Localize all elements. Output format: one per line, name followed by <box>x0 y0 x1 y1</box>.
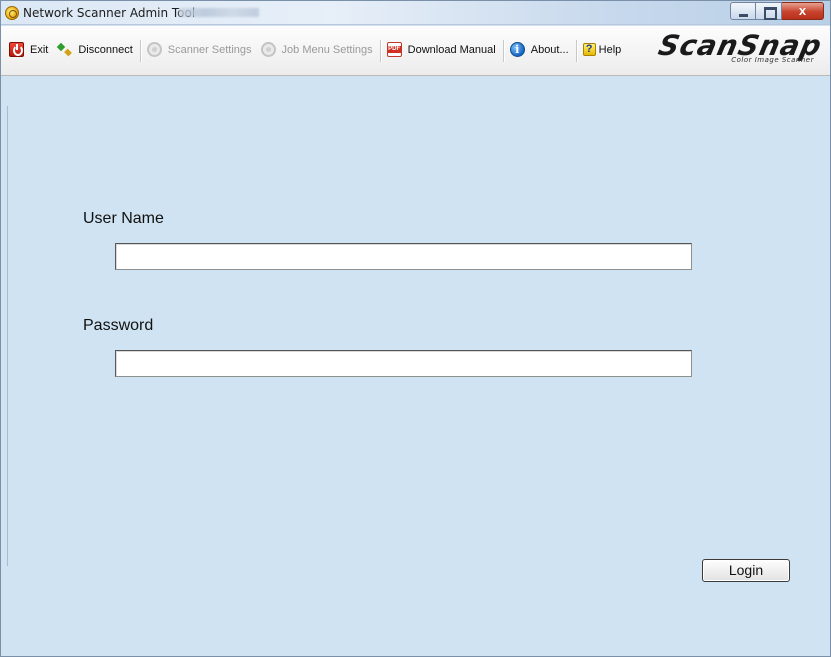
toolbar-separator <box>575 39 577 62</box>
disconnect-label: Disconnect <box>78 43 133 56</box>
scansnap-logo: ScanSnap Color Image Scanner <box>656 29 826 69</box>
toolbar-separator <box>379 39 381 62</box>
window-controls: x <box>730 2 824 20</box>
job-menu-settings-button[interactable]: Job Menu Settings <box>259 36 380 64</box>
app-window: Network Scanner Admin Tool x Exit Discon… <box>0 0 831 657</box>
app-logo-icon <box>5 6 19 20</box>
close-button[interactable]: x <box>782 2 824 20</box>
job-menu-settings-label: Job Menu Settings <box>281 43 373 56</box>
download-manual-button[interactable]: Download Manual <box>385 36 503 64</box>
scanner-settings-button[interactable]: Scanner Settings <box>145 36 259 64</box>
toolbar-separator <box>139 39 141 62</box>
exit-icon <box>9 42 24 57</box>
about-button[interactable]: About... <box>508 36 576 64</box>
scanner-settings-label: Scanner Settings <box>167 43 252 56</box>
download-manual-label: Download Manual <box>407 43 496 56</box>
exit-label: Exit <box>30 43 49 56</box>
title-bar[interactable]: Network Scanner Admin Tool x <box>1 1 830 25</box>
redacted-address <box>179 8 259 17</box>
toolbar-separator <box>502 39 504 62</box>
toolbar: Exit Disconnect Scanner Settings Job Men… <box>1 26 830 76</box>
about-label: About... <box>530 43 569 56</box>
close-icon: x <box>798 3 807 18</box>
info-icon <box>509 42 525 57</box>
login-button[interactable]: Login <box>702 559 790 582</box>
left-border-line <box>7 106 8 566</box>
login-panel: User Name Password Login <box>1 77 830 656</box>
disconnect-button[interactable]: Disconnect <box>55 36 139 64</box>
brand-tagline: Color Image Scanner <box>731 56 814 64</box>
help-label: Help <box>598 43 622 56</box>
username-label: User Name <box>83 210 164 227</box>
password-field[interactable] <box>115 350 692 377</box>
exit-button[interactable]: Exit <box>7 36 55 64</box>
window-title: Network Scanner Admin Tool <box>23 6 196 20</box>
gear-icon <box>260 42 276 57</box>
gear-icon <box>146 42 162 57</box>
disconnect-icon <box>57 42 72 57</box>
username-field[interactable] <box>115 243 692 270</box>
pdf-icon <box>386 42 402 57</box>
maximize-button[interactable] <box>756 2 782 20</box>
minimize-button[interactable] <box>730 2 756 20</box>
password-label: Password <box>83 317 154 334</box>
help-icon <box>582 43 596 56</box>
help-button[interactable]: Help <box>581 36 629 64</box>
